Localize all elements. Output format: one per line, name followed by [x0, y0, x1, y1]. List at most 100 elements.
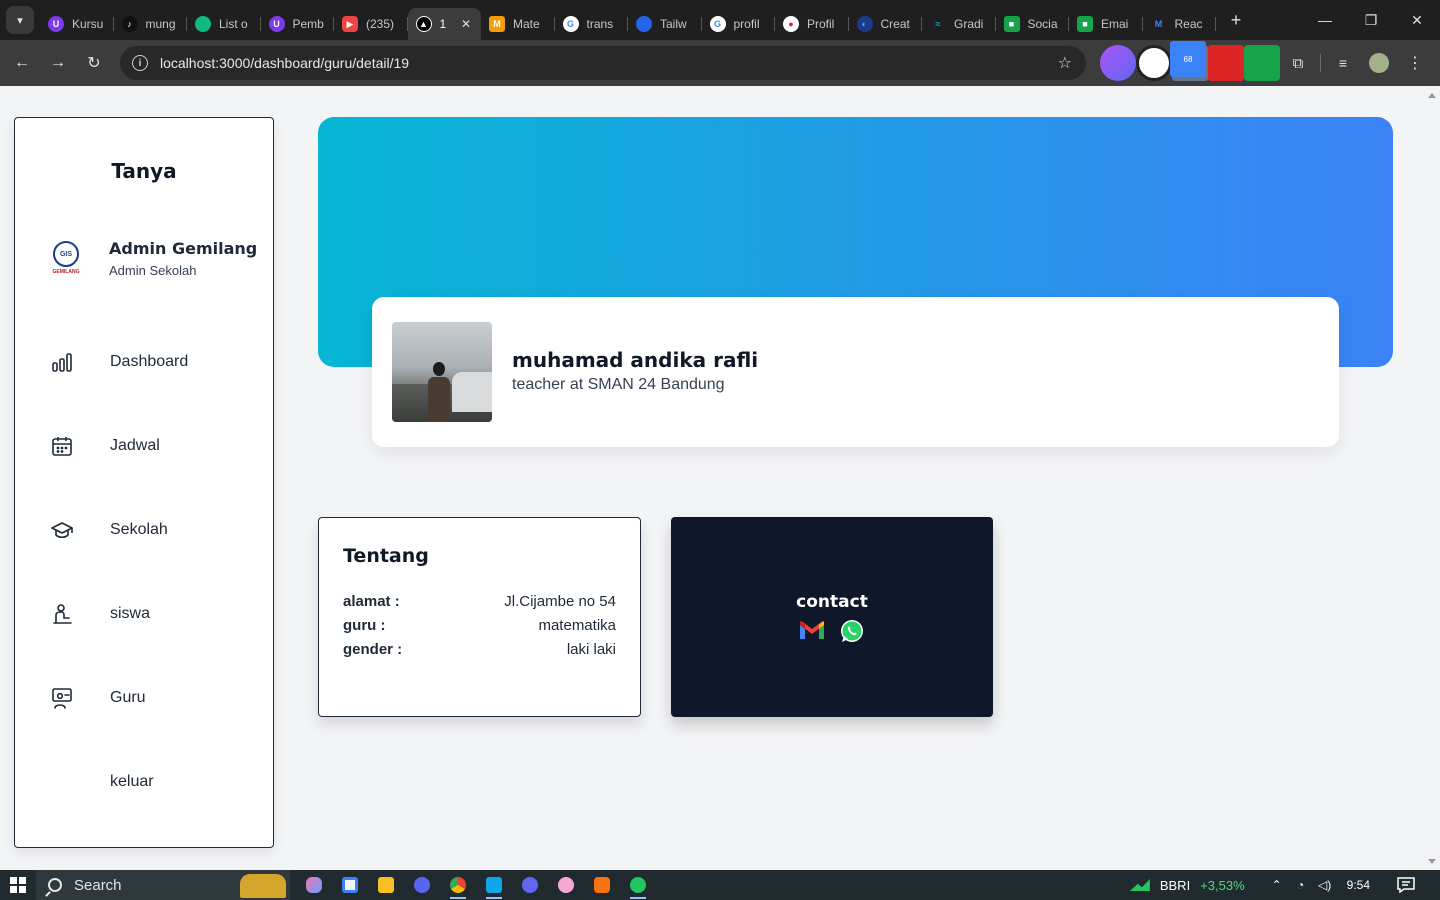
gmail-icon[interactable] — [799, 618, 825, 644]
nextjs-icon: ▲ — [415, 16, 432, 32]
tab[interactable]: ▶ (235) — [334, 8, 408, 40]
tab-title: Tailw — [660, 17, 687, 31]
tab[interactable]: ■ Socia — [996, 8, 1070, 40]
tab-favicon-icon: U — [48, 16, 64, 32]
extension-icon[interactable] — [1244, 45, 1280, 81]
sidebar-item-keluar[interactable]: keluar — [50, 770, 188, 854]
taskbar-search[interactable]: Search — [36, 870, 290, 900]
tab[interactable]: ◐ Creat — [849, 8, 923, 40]
tab[interactable]: M Reac — [1143, 8, 1217, 40]
sidebar-item-jadwal[interactable]: Jadwal — [50, 434, 188, 518]
browser-tab-bar: ▾ U Kursu ♪ mung List o U Pemb ▶ (235) ▲ 1 ✕ M… — [0, 0, 1440, 40]
new-tab-button[interactable]: + — [1222, 6, 1250, 34]
student-icon — [50, 602, 74, 626]
extension-badge-icon[interactable]: 68 — [1170, 41, 1208, 81]
tab-title: Kursu — [72, 17, 104, 31]
logout-icon — [50, 770, 74, 794]
photo-person-body — [428, 377, 450, 422]
tab-title: Gradi — [954, 17, 984, 31]
tab[interactable]: M Mate — [481, 8, 555, 40]
tab[interactable]: Tailw — [628, 8, 702, 40]
tab-title: mung — [145, 17, 176, 31]
tab-close-icon[interactable]: ✕ — [461, 17, 471, 31]
tab[interactable]: ♪ mung — [114, 8, 188, 40]
media-control-icon[interactable]: ≡ — [1325, 45, 1361, 81]
teacher-name: muhamad andika rafli — [512, 348, 759, 372]
store-icon[interactable] — [332, 870, 368, 900]
restore-icon[interactable]: ❐ — [1348, 0, 1394, 40]
minimize-icon[interactable]: — — [1302, 0, 1348, 40]
about-value: matematika — [538, 617, 616, 634]
reload-icon[interactable]: ↻ — [76, 45, 112, 81]
forward-icon[interactable]: → — [40, 45, 76, 81]
profile-role: Admin Sekolah — [109, 262, 197, 278]
chrome-icon[interactable] — [440, 870, 476, 900]
tab[interactable]: Gprofil — [702, 8, 776, 40]
brave-icon[interactable] — [584, 870, 620, 900]
tab-title: Mate — [513, 17, 540, 31]
extension-icon[interactable] — [1136, 45, 1172, 81]
windows-start-icon[interactable] — [0, 870, 36, 900]
sidebar-item-siswa[interactable]: siswa — [50, 602, 188, 686]
sidebar-item-guru[interactable]: Guru — [50, 686, 188, 770]
whatsapp-taskbar-icon[interactable] — [620, 870, 656, 900]
discord-icon[interactable] — [404, 870, 440, 900]
copilot-icon[interactable] — [296, 870, 332, 900]
calendar-icon — [50, 434, 74, 458]
sidebar-item-sekolah[interactable]: Sekolah — [50, 518, 188, 602]
notification-icon[interactable] — [1390, 877, 1422, 893]
taskbar: Search BBRI +3,53% ⌃ ◔ ◁) 9:54 — [0, 870, 1440, 900]
chevron-up-icon[interactable]: ⌃ — [1265, 878, 1289, 892]
clock[interactable]: 9:54 — [1347, 878, 1370, 892]
tab[interactable]: ■ Emai — [1069, 8, 1143, 40]
tab[interactable]: List o — [187, 8, 261, 40]
about-key: gender : — [343, 641, 403, 658]
stock-name[interactable]: BBRI — [1160, 878, 1190, 893]
tab-favicon-icon: ◐ — [856, 16, 873, 32]
extension-icon[interactable] — [1208, 45, 1244, 81]
taskbar-search-label: Search — [74, 876, 122, 894]
site-info-icon[interactable]: i — [132, 55, 148, 71]
stock-change[interactable]: +3,53% — [1200, 878, 1244, 893]
about-key: alamat : — [343, 593, 400, 610]
tab[interactable]: ≈ Gradi — [922, 8, 996, 40]
bookmark-star-icon[interactable]: ☆ — [1058, 53, 1072, 73]
tab-title: Reac — [1174, 17, 1203, 31]
vscode-icon[interactable] — [476, 870, 512, 900]
tab-active[interactable]: ▲ 1 ✕ — [407, 8, 481, 40]
media-player-icon[interactable] — [512, 870, 548, 900]
browser-toolbar: ← → ↻ i localhost:3000/dashboard/guru/de… — [0, 40, 1440, 86]
tab-favicon-icon: ● — [783, 16, 799, 32]
scroll-down-icon[interactable] — [1428, 859, 1436, 864]
puzzle-icon[interactable]: ⧉ — [1280, 45, 1316, 81]
volume-icon[interactable]: ◁) — [1313, 878, 1337, 892]
sidebar-item-dashboard[interactable]: Dashboard — [50, 350, 188, 434]
tailwind-icon: ≈ — [935, 19, 941, 29]
extension-icon[interactable] — [1100, 45, 1136, 81]
tab-strip: U Kursu ♪ mung List o U Pemb ▶ (235) ▲ 1 ✕ M Ma… — [40, 0, 1250, 40]
tab-title: Emai — [1101, 17, 1129, 31]
tab[interactable]: ● Profil — [775, 8, 849, 40]
app-icon[interactable] — [548, 870, 584, 900]
scroll-up-icon[interactable] — [1428, 93, 1436, 98]
tab[interactable]: U Kursu — [40, 8, 114, 40]
tab-title: Socia — [1027, 17, 1058, 31]
back-icon[interactable]: ← — [4, 45, 40, 81]
address-bar[interactable]: i localhost:3000/dashboard/guru/detail/1… — [120, 46, 1086, 80]
page-scrollbar[interactable] — [1424, 86, 1440, 870]
file-explorer-icon[interactable] — [368, 870, 404, 900]
school-logo: GIS GEMILANG — [48, 238, 84, 278]
about-row: guru : matematika — [343, 617, 616, 641]
whatsapp-icon[interactable] — [839, 618, 865, 644]
tab[interactable]: Gtrans — [555, 8, 629, 40]
teacher-subtitle: teacher at SMAN 24 Bandung — [512, 376, 725, 393]
url-text[interactable]: localhost:3000/dashboard/guru/detail/19 — [160, 55, 409, 71]
tab-search-button[interactable]: ▾ — [6, 6, 34, 34]
profile-avatar-icon[interactable] — [1361, 45, 1397, 81]
wifi-icon[interactable]: ◔ — [1289, 878, 1313, 892]
extension-badge: 68 — [1170, 41, 1206, 77]
tab[interactable]: U Pemb — [261, 8, 335, 40]
google-icon: G — [709, 16, 726, 32]
close-icon[interactable]: ✕ — [1394, 0, 1440, 40]
more-menu-icon[interactable]: ⋮ — [1397, 45, 1433, 81]
